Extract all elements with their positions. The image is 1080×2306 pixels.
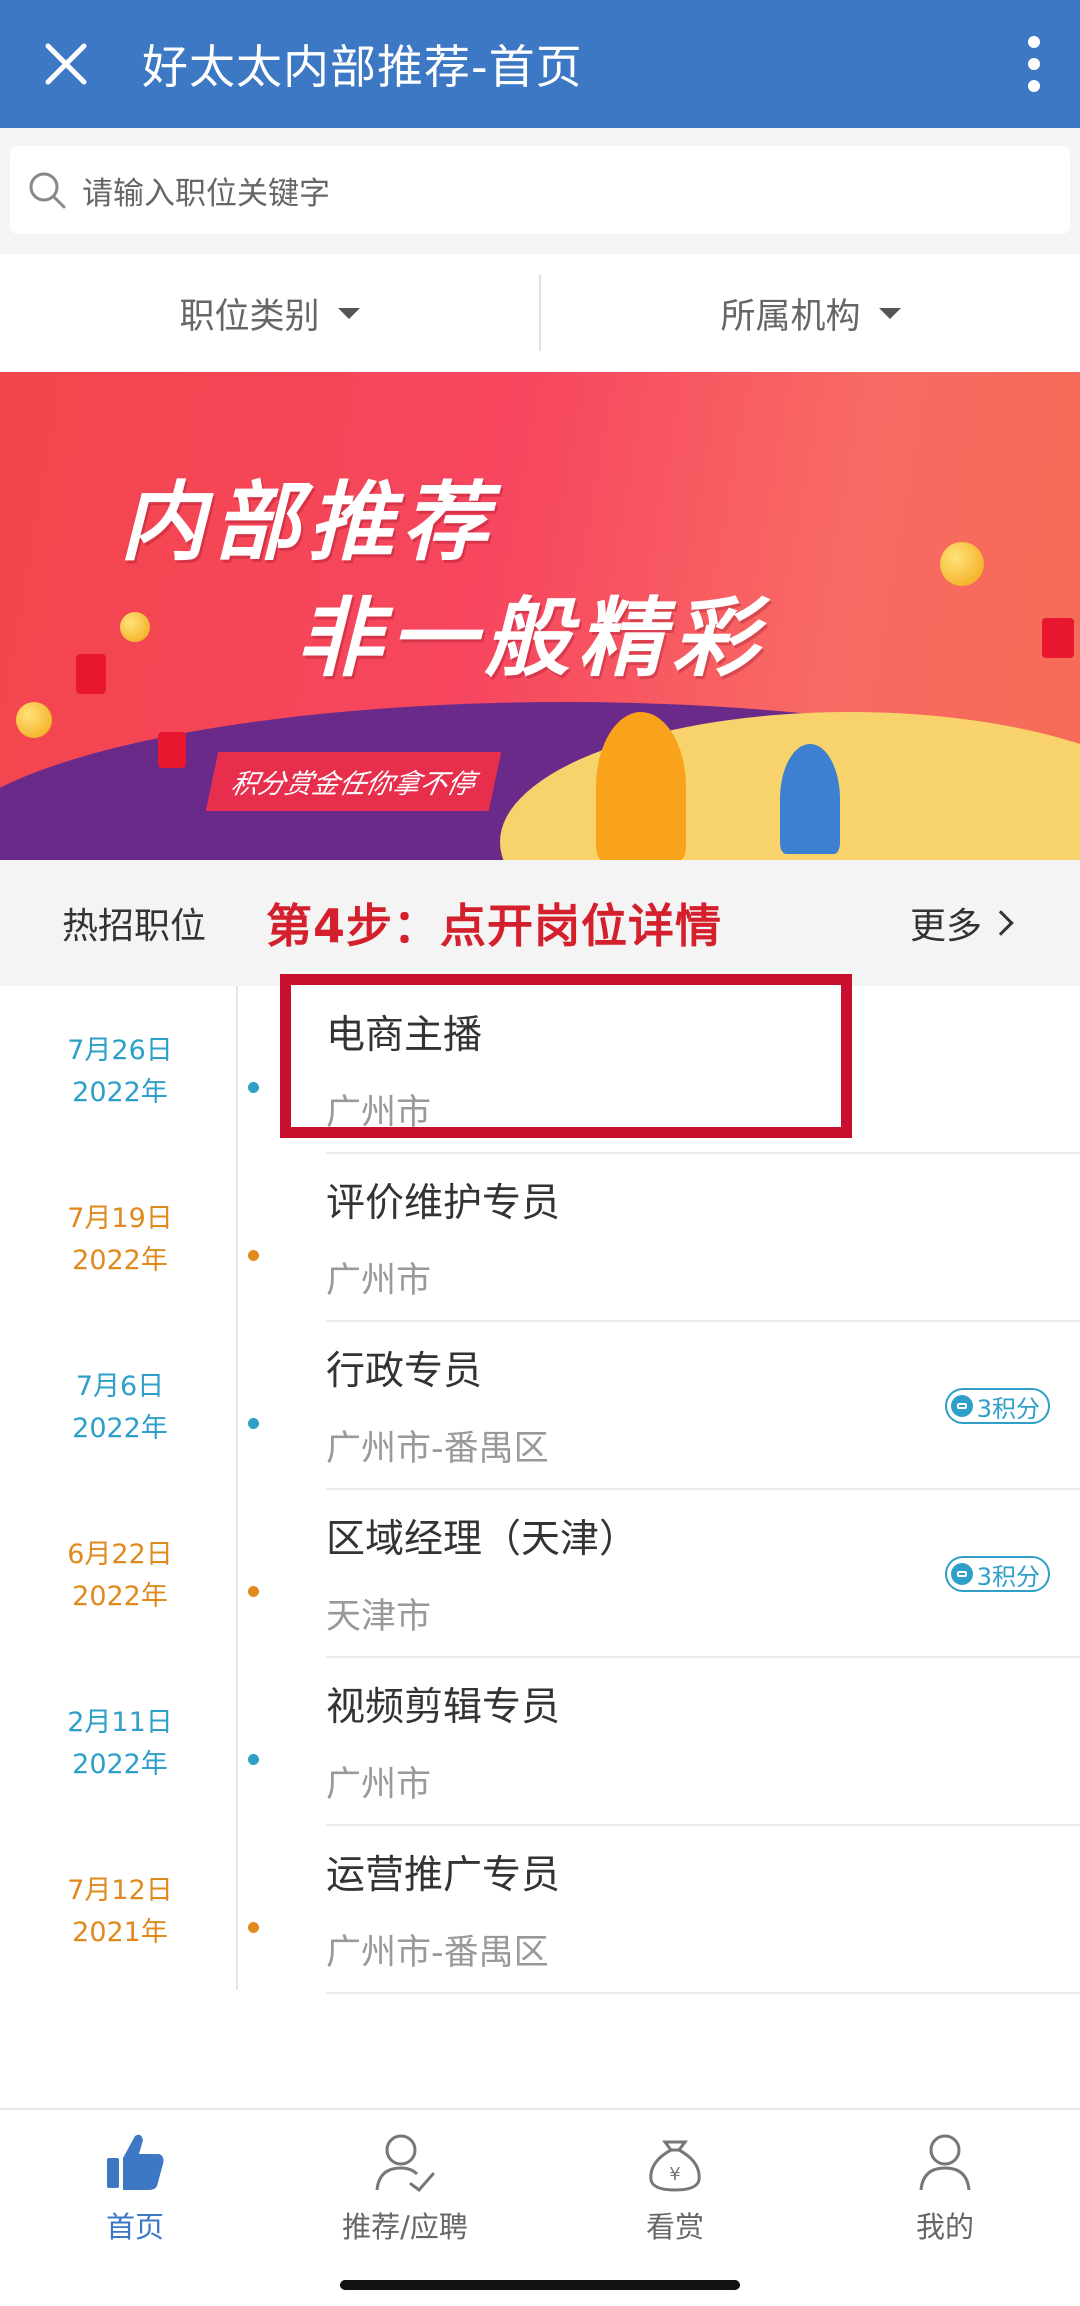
job-date: 7月26日 2022年 bbox=[67, 1035, 173, 1108]
user-icon bbox=[919, 2134, 971, 2191]
job-location: 广州市-番禺区 bbox=[326, 1933, 549, 1973]
points-badge: 3积分 bbox=[944, 1556, 1050, 1592]
filter-job-category[interactable]: 职位类别 bbox=[0, 254, 539, 372]
more-link[interactable]: 更多 bbox=[909, 897, 1014, 949]
coin-icon bbox=[120, 612, 150, 642]
job-location: 广州市 bbox=[326, 1261, 432, 1301]
points-badge: 3积分 bbox=[944, 1388, 1050, 1424]
coin-icon bbox=[16, 702, 52, 738]
home-indicator[interactable] bbox=[340, 2280, 740, 2290]
filter-label: 职位类别 bbox=[179, 296, 320, 337]
tab-home[interactable]: 首页 bbox=[0, 2110, 270, 2306]
red-envelope-icon bbox=[76, 654, 106, 694]
more-vertical-icon[interactable] bbox=[1014, 30, 1054, 98]
filter-bar: 职位类别 所属机构 bbox=[0, 254, 1080, 372]
timeline-dot bbox=[248, 1922, 259, 1933]
tab-mine[interactable]: 我的 bbox=[810, 2110, 1080, 2306]
job-row[interactable]: 6月22日 2022年 区域经理（天津） 天津市 3积分 bbox=[0, 1490, 1080, 1658]
job-date: 2月11日 2022年 bbox=[67, 1707, 173, 1780]
divider bbox=[326, 1992, 1080, 1994]
tab-label: 我的 bbox=[915, 2210, 974, 2244]
banner-tagline: 积分赏金任你拿不停 bbox=[205, 752, 502, 811]
step-annotation: 第4步：点开岗位详情 bbox=[266, 899, 723, 953]
job-title: 评价维护专员 bbox=[326, 1181, 561, 1226]
red-envelope-icon bbox=[158, 732, 186, 768]
search-icon bbox=[29, 172, 66, 209]
job-title: 区域经理（天津） bbox=[326, 1517, 639, 1562]
job-row[interactable]: 7月19日 2022年 评价维护专员 广州市 bbox=[0, 1154, 1080, 1322]
search-input[interactable]: 请输入职位关键字 bbox=[10, 146, 1070, 234]
job-list: 7月26日 2022年 电商主播 广州市 7月19日 2022年 评价维护专员 广州… bbox=[0, 986, 1080, 2108]
coin-icon bbox=[950, 1563, 973, 1585]
job-date: 7月6日 2022年 bbox=[72, 1371, 168, 1444]
banner-subheadline: 非一般精彩 bbox=[296, 588, 766, 689]
banner-headline: 内部推荐 bbox=[120, 472, 496, 573]
search-placeholder: 请输入职位关键字 bbox=[82, 175, 330, 212]
more-label: 更多 bbox=[909, 906, 982, 947]
job-location: 天津市 bbox=[326, 1597, 432, 1637]
thumbs-up-icon bbox=[107, 2134, 164, 2190]
timeline-dot bbox=[248, 1082, 259, 1093]
cartoon-character bbox=[596, 712, 686, 860]
timeline-dot bbox=[248, 1754, 259, 1765]
hot-jobs-header: 热招职位 第4步：点开岗位详情 更多 bbox=[0, 860, 1080, 986]
svg-text:¥: ¥ bbox=[669, 2164, 680, 2185]
timeline-dot bbox=[248, 1418, 259, 1429]
job-date: 6月22日 2022年 bbox=[67, 1539, 173, 1612]
coin-icon bbox=[950, 1395, 973, 1417]
timeline-dot bbox=[248, 1250, 259, 1261]
search-area: 请输入职位关键字 bbox=[0, 128, 1080, 254]
user-check-icon bbox=[375, 2134, 435, 2193]
cartoon-character bbox=[780, 744, 840, 854]
tab-label: 看赏 bbox=[645, 2210, 704, 2244]
job-location: 广州市-番禺区 bbox=[326, 1429, 549, 1469]
job-row[interactable]: 7月6日 2022年 行政专员 广州市-番禺区 3积分 bbox=[0, 1322, 1080, 1490]
tab-label: 推荐/应聘 bbox=[342, 2210, 468, 2244]
caret-down-icon bbox=[337, 307, 360, 319]
job-row[interactable]: 7月12日 2021年 运营推广专员 广州市-番禺区 bbox=[0, 1826, 1080, 1994]
page-title: 好太太内部推荐-首页 bbox=[142, 40, 583, 94]
filter-label: 所属机构 bbox=[720, 296, 861, 337]
coin-icon bbox=[940, 542, 984, 586]
red-envelope-icon bbox=[1042, 618, 1074, 658]
job-title: 视频剪辑专员 bbox=[326, 1685, 561, 1730]
filter-organization[interactable]: 所属机构 bbox=[541, 254, 1080, 372]
job-title: 运营推广专员 bbox=[326, 1853, 561, 1898]
tab-label: 首页 bbox=[105, 2210, 164, 2244]
caret-down-icon bbox=[878, 307, 901, 319]
bottom-tab-bar: 首页 推荐/应聘 ¥ 看赏 我的 bbox=[0, 2108, 1080, 2306]
job-title: 行政专员 bbox=[326, 1349, 483, 1394]
job-date: 7月19日 2022年 bbox=[67, 1203, 173, 1276]
job-row[interactable]: 2月11日 2022年 视频剪辑专员 广州市 bbox=[0, 1658, 1080, 1826]
annotation-highlight-box bbox=[280, 974, 852, 1138]
job-location: 广州市 bbox=[326, 1765, 432, 1805]
tab-rewards[interactable]: ¥ 看赏 bbox=[540, 2110, 810, 2306]
money-bag-icon: ¥ bbox=[649, 2140, 701, 2192]
app-header: 好太太内部推荐-首页 bbox=[0, 0, 1080, 128]
promo-banner[interactable]: 内部推荐 非一般精彩 积分赏金任你拿不停 bbox=[0, 372, 1080, 860]
job-date: 7月12日 2021年 bbox=[67, 1875, 173, 1948]
tab-recommend-apply[interactable]: 推荐/应聘 bbox=[270, 2110, 540, 2306]
hot-jobs-label: 热招职位 bbox=[62, 906, 207, 947]
chevron-right-icon bbox=[988, 910, 1014, 936]
close-icon[interactable] bbox=[34, 32, 98, 96]
timeline-dot bbox=[248, 1586, 259, 1597]
